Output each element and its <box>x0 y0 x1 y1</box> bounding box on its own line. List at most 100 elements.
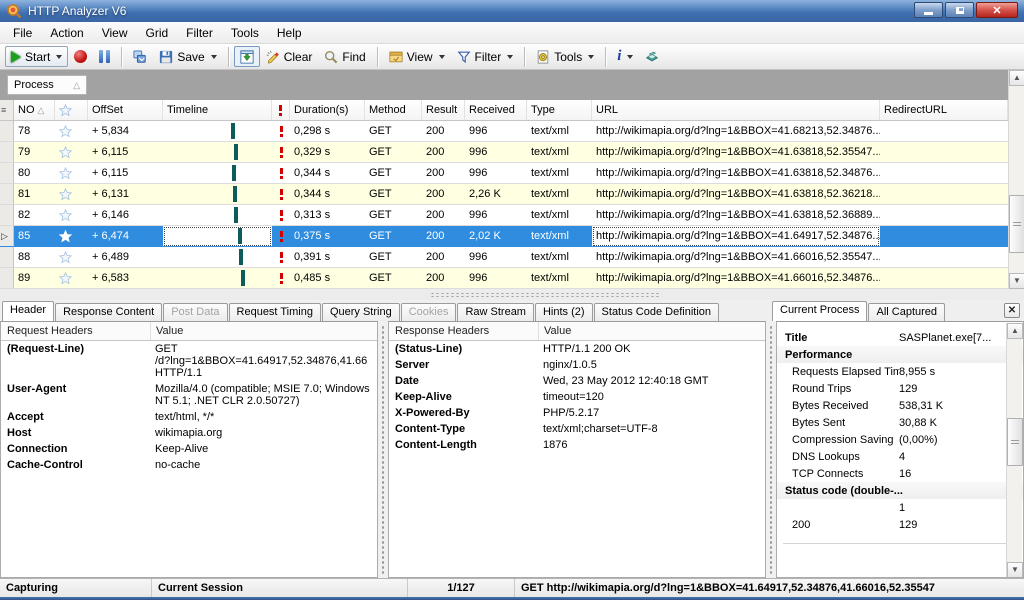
minimize-button[interactable] <box>914 2 943 18</box>
list-item[interactable]: TCP Connects 16 <box>777 465 1023 482</box>
column-url[interactable]: URL <box>592 100 880 120</box>
list-item[interactable]: Keep-Alive timeout=120 <box>389 389 765 405</box>
tab-cookies[interactable]: Cookies <box>401 303 457 321</box>
list-item[interactable]: Accept text/html, */* <box>1 409 377 425</box>
value-column[interactable]: Value <box>539 325 571 337</box>
title-bar[interactable]: HTTP Analyzer V6 ✕ <box>0 0 1024 22</box>
list-item[interactable]: Round Trips 129 <box>777 380 1023 397</box>
scroll-up-button[interactable]: ▲ <box>1009 70 1024 86</box>
tab-response-content[interactable]: Response Content <box>55 303 162 321</box>
column-result[interactable]: Result <box>422 100 465 120</box>
menu-view[interactable]: View <box>93 23 137 43</box>
list-item[interactable]: Compression Saving (0,00%) <box>777 431 1023 448</box>
column-redirect-url[interactable]: RedirectURL <box>880 100 1008 120</box>
list-item[interactable]: X-Powered-By PHP/5.2.17 <box>389 405 765 421</box>
scroll-down-button[interactable]: ▼ <box>1007 562 1023 578</box>
table-row[interactable]: 89 + 6,583 0,485 s GET 200 996 text/xml … <box>0 268 1008 289</box>
list-item[interactable]: Cache-Control no-cache <box>1 457 377 473</box>
tools-button[interactable]: Tools <box>530 46 600 67</box>
star-toggle[interactable] <box>55 205 88 226</box>
group-by-process[interactable]: Process △ <box>7 75 87 95</box>
vertical-splitter[interactable] <box>378 321 388 578</box>
list-item[interactable]: Title SASPlanet.exe[7... <box>777 329 1023 346</box>
list-item[interactable]: Requests Elapsed Time 8,955 s <box>777 363 1023 380</box>
filter-button[interactable]: Filter <box>451 46 520 67</box>
star-toggle[interactable] <box>55 121 88 142</box>
column-no[interactable]: NO△ <box>14 100 55 120</box>
star-toggle[interactable] <box>55 163 88 184</box>
grid-scrollbar[interactable]: ▲ ▼ <box>1008 70 1024 289</box>
tab-post-data[interactable]: Post Data <box>163 303 227 321</box>
list-item[interactable]: Date Wed, 23 May 2012 12:40:18 GMT <box>389 373 765 389</box>
column-offset[interactable]: OffSet <box>88 100 163 120</box>
list-item[interactable]: User-Agent Mozilla/4.0 (compatible; MSIE… <box>1 381 377 409</box>
pause-button[interactable] <box>93 46 116 67</box>
list-item[interactable]: DNS Lookups 4 <box>777 448 1023 465</box>
column-alert[interactable] <box>272 100 290 120</box>
menu-action[interactable]: Action <box>41 23 92 43</box>
capture-button[interactable] <box>127 46 153 67</box>
view-button[interactable]: View <box>383 46 451 67</box>
tab-hints[interactable]: Hints (2) <box>535 303 593 321</box>
star-toggle[interactable] <box>55 184 88 205</box>
tab-all-captured[interactable]: All Captured <box>868 303 945 321</box>
column-timeline[interactable]: Timeline <box>163 100 272 120</box>
column-type[interactable]: Type <box>527 100 592 120</box>
star-toggle[interactable] <box>55 226 88 247</box>
horizontal-splitter[interactable] <box>0 289 1024 300</box>
close-button[interactable]: ✕ <box>976 2 1018 18</box>
side-panel-scrollbar[interactable]: ▲ ▼ <box>1006 323 1022 578</box>
column-received[interactable]: Received <box>465 100 527 120</box>
side-panel-close-button[interactable]: ✕ <box>1004 303 1020 318</box>
record-button[interactable] <box>68 46 93 67</box>
tab-raw-stream[interactable]: Raw Stream <box>457 303 534 321</box>
column-method[interactable]: Method <box>365 100 422 120</box>
column-state[interactable]: ≡ <box>0 100 14 120</box>
scroll-down-button[interactable]: ▼ <box>1009 273 1024 289</box>
list-item[interactable]: Bytes Sent 30,88 K <box>777 414 1023 431</box>
tab-current-process[interactable]: Current Process <box>772 301 867 321</box>
list-item[interactable]: (Status-Line) HTTP/1.1 200 OK <box>389 341 765 357</box>
table-row[interactable]: 88 + 6,489 0,391 s GET 200 996 text/xml … <box>0 247 1008 268</box>
autoscroll-toggle[interactable] <box>234 46 260 67</box>
table-row[interactable]: 80 + 6,115 0,344 s GET 200 996 text/xml … <box>0 163 1008 184</box>
response-headers-column[interactable]: Response Headers <box>389 322 539 340</box>
value-column[interactable]: Value <box>151 325 183 337</box>
restore-button[interactable] <box>945 2 974 18</box>
clear-button[interactable]: Clear <box>260 46 319 67</box>
request-headers-column[interactable]: Request Headers <box>1 322 151 340</box>
tab-status-code-definition[interactable]: Status Code Definition <box>594 303 719 321</box>
tab-query-string[interactable]: Query String <box>322 303 400 321</box>
list-item[interactable]: Connection Keep-Alive <box>1 441 377 457</box>
info-button[interactable]: i <box>611 46 639 67</box>
list-item[interactable]: Server nginx/1.0.5 <box>389 357 765 373</box>
vertical-splitter[interactable] <box>766 321 776 578</box>
list-item[interactable]: (Request-Line) GET /d?lng=1&BBOX=41.6491… <box>1 341 377 381</box>
tab-header[interactable]: Header <box>2 301 54 321</box>
menu-tools[interactable]: Tools <box>222 23 268 43</box>
column-duration[interactable]: Duration(s) <box>290 100 365 120</box>
tab-request-timing[interactable]: Request Timing <box>229 303 321 321</box>
save-button[interactable]: Save <box>153 46 222 67</box>
performance-section[interactable]: Performance <box>777 346 1023 363</box>
table-row-selected[interactable]: ▷ 85 + 6,474 0,375 s GET 200 2,02 K text… <box>0 226 1008 247</box>
help-button[interactable] <box>639 46 665 67</box>
table-row[interactable]: 78 + 5,834 0,298 s GET 200 996 text/xml … <box>0 121 1008 142</box>
list-item[interactable]: Content-Type text/xml;charset=UTF-8 <box>389 421 765 437</box>
list-item[interactable]: Bytes Received 538,31 K <box>777 397 1023 414</box>
table-row[interactable]: 79 + 6,115 0,329 s GET 200 996 text/xml … <box>0 142 1008 163</box>
menu-help[interactable]: Help <box>268 23 311 43</box>
menu-file[interactable]: File <box>4 23 41 43</box>
table-row[interactable]: 81 + 6,131 0,344 s GET 200 2,26 K text/x… <box>0 184 1008 205</box>
scrollbar-thumb[interactable] <box>1009 195 1024 253</box>
star-toggle[interactable] <box>55 247 88 268</box>
find-button[interactable]: Find <box>318 46 371 67</box>
star-toggle[interactable] <box>55 142 88 163</box>
menu-grid[interactable]: Grid <box>137 23 178 43</box>
status-code-section[interactable]: Status code (double-... <box>777 482 1023 499</box>
scroll-up-button[interactable]: ▲ <box>1007 323 1023 339</box>
table-row[interactable]: 82 + 6,146 0,313 s GET 200 996 text/xml … <box>0 205 1008 226</box>
menu-filter[interactable]: Filter <box>177 23 222 43</box>
start-button[interactable]: Start <box>5 46 68 67</box>
list-item[interactable]: Content-Length 1876 <box>389 437 765 453</box>
